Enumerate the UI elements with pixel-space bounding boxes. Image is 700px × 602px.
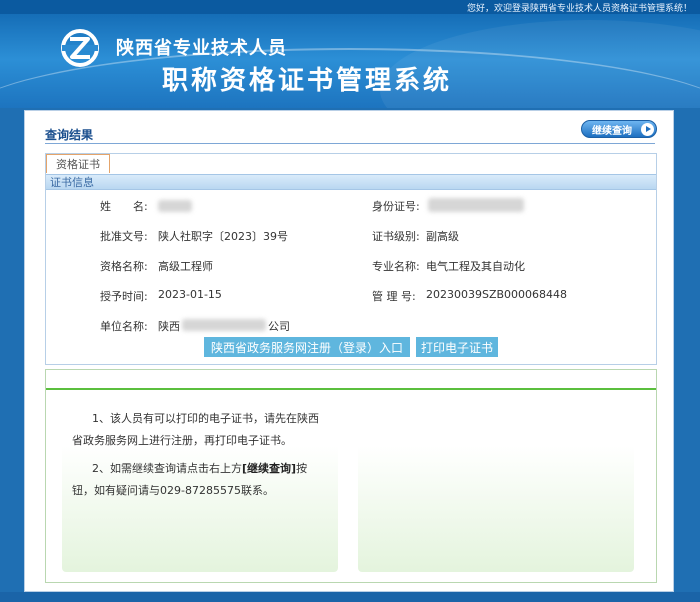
notice-line-2a-pre: 2、如需继续查询请点击右上方	[92, 462, 242, 475]
id-label: 身份证号:	[372, 200, 420, 213]
bottom-bar	[0, 592, 700, 602]
approval-value: 陕人社职字〔2023〕39号	[158, 230, 288, 243]
header-banner: 您好，欢迎登录陕西省专业技术人员资格证书管理系统！ 陕西省专业技术人员 职称资格…	[0, 0, 700, 108]
unit-suffix: 公司	[268, 320, 290, 333]
approval-label: 批准文号:	[100, 230, 148, 243]
management-no-value: 20230039SZB000068448	[426, 288, 568, 301]
notice-line-1b: 省政务服务网上进行注册，再打印电子证书。	[72, 434, 292, 447]
logo-icon	[61, 29, 99, 67]
welcome-text: 您好，欢迎登录陕西省专业技术人员资格证书管理系统！	[466, 4, 692, 14]
gov-service-login-button[interactable]: 陕西省政务服务网注册（登录）入口	[204, 337, 410, 357]
continue-query-label: 继续查询	[592, 125, 632, 137]
notice-right-panel	[358, 392, 634, 572]
notice-line-2a: 2、如需继续查询请点击右上方[继续查询]按	[92, 458, 307, 480]
level-value: 副高级	[426, 230, 459, 243]
notice-line-2a-post: 按	[296, 462, 308, 475]
certificate-info-header: 证书信息	[46, 174, 656, 190]
name-value-redacted	[158, 200, 192, 212]
arrow-right-icon	[641, 123, 654, 136]
name-label: 姓 名:	[100, 200, 148, 213]
result-title: 查询结果	[45, 128, 94, 142]
major-label: 专业名称:	[372, 260, 420, 273]
tab-certificate[interactable]: 资格证书	[46, 154, 110, 173]
notice-continue-query-ref: [继续查询]	[242, 462, 297, 475]
system-title-line2: 职称资格证书管理系统	[162, 66, 453, 96]
unit-prefix: 陕西	[158, 320, 180, 333]
system-title-line1: 陕西省专业技术人员	[116, 38, 287, 59]
unit-label: 单位名称:	[100, 320, 148, 333]
divider	[45, 143, 655, 144]
notice-divider	[46, 388, 656, 390]
unit-value-redacted	[182, 319, 266, 331]
grant-date-value: 2023-01-15	[158, 288, 222, 301]
management-no-label: 管 理 号:	[372, 290, 416, 303]
qualification-value: 高级工程师	[158, 260, 213, 273]
notice-line-2b: 钮，如有疑问请与029-87285575联系。	[72, 484, 274, 497]
notice-line-1a: 1、该人员有可以打印的电子证书，请先在陕西	[92, 412, 319, 425]
notice-panel: 1、该人员有可以打印的电子证书，请先在陕西 省政务服务网上进行注册，再打印电子证…	[45, 369, 657, 583]
main-content: 查询结果 继续查询 资格证书 证书信息 姓 名: 身份证号: 批准文号: 陕人社…	[24, 110, 674, 592]
continue-query-button[interactable]: 继续查询	[581, 120, 657, 138]
qualification-label: 资格名称:	[100, 260, 148, 273]
id-value-redacted	[428, 198, 524, 212]
certificate-panel: 资格证书 证书信息 姓 名: 身份证号: 批准文号: 陕人社职字〔2023〕39…	[45, 153, 657, 365]
major-value: 电气工程及其自动化	[426, 260, 525, 273]
grant-date-label: 授予时间:	[100, 290, 148, 303]
print-certificate-button[interactable]: 打印电子证书	[416, 337, 498, 357]
level-label: 证书级别:	[372, 230, 420, 243]
